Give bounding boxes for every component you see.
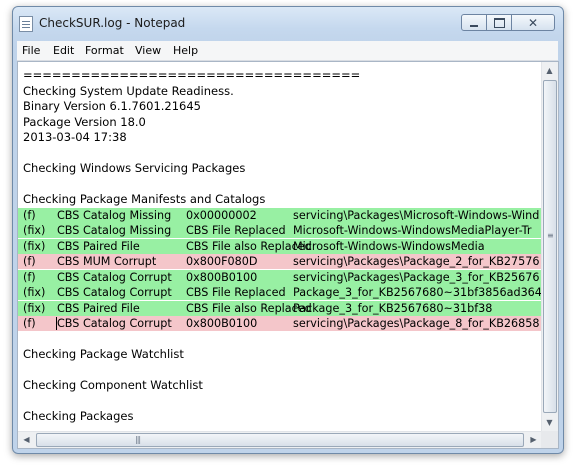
log-path: Package_3_for_KB2567680~31bf3856ad364e — [293, 286, 542, 299]
text-line: Package Version 18.0 — [18, 115, 542, 130]
vertical-scroll-thumb[interactable]: ≡ — [543, 80, 557, 413]
text-line: Checking Component Watchlist — [18, 378, 542, 393]
text-line-content: 2013-03-04 17:38 — [23, 130, 127, 144]
log-row-failed: (f) CBS MUM Corrupt 0x800F080D servicing\Pa… — [18, 254, 542, 269]
log-path: servicing\Packages\Microsoft-Windows-Win… — [293, 208, 540, 222]
log-path: servicing\Packages\Package_3_for_KB25676 — [293, 270, 540, 284]
log-tag: (f) — [23, 208, 36, 222]
text-line — [18, 363, 542, 378]
notepad-window: CheckSUR.log - Notepad ✕ File Edit Forma… — [12, 6, 564, 454]
scroll-right-arrow-icon[interactable]: ▶ — [526, 432, 541, 447]
log-row-fixed: (fix) CBS Catalog Missing CBS File Replace… — [18, 223, 542, 238]
text-caret — [56, 317, 57, 330]
menu-edit[interactable]: Edit — [53, 44, 74, 57]
minimize-button[interactable] — [461, 14, 487, 31]
log-path: Microsoft-Windows-WindowsMedia — [293, 239, 485, 253]
text-line-content: Checking Component Watchlist — [23, 378, 203, 392]
maximize-icon — [493, 17, 505, 28]
log-row-failed: (f) CBS Catalog Corrupt 0x800B0100 servicin… — [18, 316, 542, 331]
log-issue: CBS Catalog Corrupt — [57, 270, 172, 284]
text-line: 2013-03-04 17:38 — [18, 130, 542, 145]
text-line: Binary Version 6.1.7601.21645 — [18, 99, 542, 114]
document-text[interactable]: =================================== Check… — [18, 62, 542, 432]
text-line-content: Package Version 18.0 — [23, 114, 146, 129]
text-line: =================================== — [18, 68, 542, 83]
log-row-fixed: (fix) CBS Catalog Corrupt CBS File Replace… — [18, 285, 542, 300]
text-line — [18, 146, 542, 161]
scrollbar-corner — [541, 431, 558, 448]
text-line: Checking System Update Readiness. — [18, 84, 542, 99]
grip-icon: ≡ — [547, 231, 554, 240]
log-issue: CBS Catalog Missing — [57, 224, 172, 237]
log-code: 0x800F080D — [186, 255, 258, 268]
text-line-content: Checking Packages — [23, 409, 134, 423]
log-path: servicing\Packages\Package_2_for_KB27576 — [293, 255, 540, 268]
log-row-fixed: (fix) CBS Paired File CBS File also Replac… — [18, 238, 542, 254]
text-line: Checking Windows Servicing Packages — [18, 161, 542, 176]
close-button[interactable]: ✕ — [511, 14, 555, 31]
title-bar[interactable]: CheckSUR.log - Notepad ✕ — [13, 7, 563, 39]
log-tag: (fix) — [23, 239, 46, 253]
text-line-content: Binary Version 6.1.7601.21645 — [23, 99, 202, 113]
log-row-fixed: (f) CBS Catalog Corrupt 0x800B0100 servicin… — [18, 269, 542, 285]
text-editor[interactable]: =================================== Check… — [17, 61, 559, 449]
log-path: Package_3_for_KB2567680~31bf38 — [293, 301, 493, 315]
close-icon: ✕ — [527, 15, 539, 30]
log-code: CBS File Replaced — [186, 224, 286, 237]
scroll-up-arrow-icon[interactable]: ▲ — [542, 63, 557, 78]
text-line — [18, 394, 542, 409]
grip-icon: ||| — [135, 435, 141, 444]
log-code: 0x800B0100 — [186, 317, 258, 330]
menu-help[interactable]: Help — [173, 44, 198, 57]
log-path: servicing\Packages\Package_8_for_KB26858 — [293, 317, 540, 330]
text-line — [18, 177, 542, 192]
menu-format[interactable]: Format — [85, 44, 124, 57]
log-tag: (fix) — [23, 301, 46, 315]
log-issue: CBS Catalog Corrupt — [57, 317, 172, 330]
log-tag: (fix) — [23, 224, 46, 237]
maximize-button[interactable] — [486, 14, 512, 31]
text-line-content: =================================== — [23, 68, 361, 82]
text-line-content: Checking Package Manifests and Catalogs — [23, 192, 266, 206]
notepad-icon[interactable] — [19, 16, 33, 32]
horizontal-scrollbar[interactable]: ◀ ||| ▶ — [18, 431, 542, 448]
log-path: Microsoft-Windows-WindowsMediaPlayer-Tr — [293, 224, 532, 237]
text-line-content: Checking Package Watchlist — [23, 347, 184, 361]
log-tag: (f) — [23, 317, 36, 330]
window-title: CheckSUR.log - Notepad — [39, 16, 186, 30]
log-code: 0x800B0100 — [186, 270, 258, 284]
scroll-down-arrow-icon[interactable]: ▼ — [542, 415, 557, 430]
log-issue: CBS Catalog Corrupt — [57, 286, 172, 299]
text-line: Checking Package Manifests and Catalogs — [18, 192, 542, 207]
vertical-scrollbar[interactable]: ▲ ≡ ▼ — [541, 62, 558, 432]
menu-bar: File Edit Format View Help — [17, 41, 558, 61]
log-code: CBS File Replaced — [186, 286, 286, 299]
text-line: Checking Packages — [18, 409, 542, 424]
log-issue: CBS Paired File — [57, 239, 140, 253]
log-row-fixed: (fix) CBS Paired File CBS File also Replac… — [18, 300, 542, 316]
scroll-left-arrow-icon[interactable]: ◀ — [19, 432, 34, 447]
menu-file[interactable]: File — [22, 44, 40, 57]
text-line: Checking Package Watchlist — [18, 347, 542, 362]
log-issue: CBS Catalog Missing — [57, 208, 172, 222]
log-issue: CBS MUM Corrupt — [57, 255, 157, 268]
minimize-icon — [470, 24, 478, 27]
text-line-content: Checking System Update Readiness. — [23, 83, 234, 98]
log-code: 0x00000002 — [186, 208, 257, 222]
text-line — [18, 332, 542, 347]
text-line-content: Checking Windows Servicing Packages — [23, 161, 246, 175]
menu-view[interactable]: View — [135, 44, 161, 57]
log-row-fixed: (f) CBS Catalog Missing 0x00000002 servicin… — [18, 207, 542, 223]
log-tag: (f) — [23, 255, 36, 268]
log-tag: (f) — [23, 270, 36, 284]
log-issue: CBS Paired File — [57, 301, 140, 315]
horizontal-scroll-thumb[interactable]: ||| — [36, 433, 524, 447]
log-tag: (fix) — [23, 286, 46, 299]
